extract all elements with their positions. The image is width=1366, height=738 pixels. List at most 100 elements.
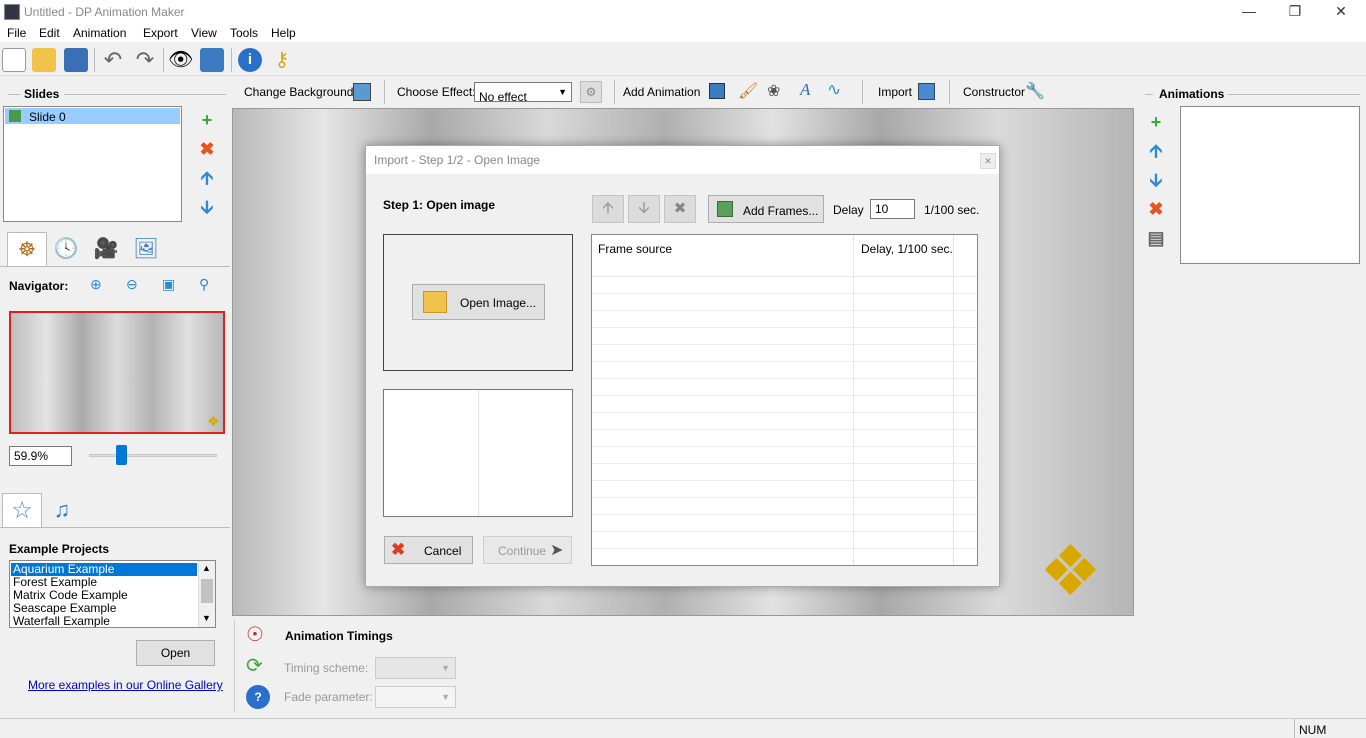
- scroll-down-icon[interactable]: ▼: [202, 613, 211, 623]
- examples-list[interactable]: Aquarium Example Forest Example Matrix C…: [9, 560, 216, 628]
- navigator-preview[interactable]: ❖: [9, 311, 225, 434]
- table-row: [592, 327, 977, 328]
- move-slide-up-icon[interactable]: 🡩: [197, 168, 217, 188]
- restore-button[interactable]: ❐: [1272, 0, 1318, 24]
- tools-icon[interactable]: 🔧: [1025, 81, 1045, 101]
- chevron-down-icon: ▼: [441, 692, 450, 702]
- particles-icon[interactable]: ❀: [767, 81, 780, 101]
- scroll-thumb[interactable]: [201, 579, 213, 603]
- delete-frame-icon[interactable]: ✖: [664, 195, 696, 223]
- open-image-label: Open Image...: [460, 296, 537, 310]
- zoom-out-icon[interactable]: ⊖: [126, 276, 138, 293]
- slide-item[interactable]: Slide 0: [5, 108, 180, 124]
- animations-list[interactable]: [1180, 106, 1360, 264]
- continue-button[interactable]: Continue ➤: [483, 536, 572, 564]
- star-tab-icon[interactable]: ☆: [2, 493, 42, 527]
- slides-list[interactable]: Slide 0: [3, 106, 182, 222]
- table-row: [592, 378, 977, 379]
- slide-thumbnail-icon: [9, 110, 21, 122]
- redo-icon[interactable]: ↷: [133, 48, 157, 72]
- divider: [64, 94, 226, 95]
- clock-icon[interactable]: 🕓: [46, 232, 86, 266]
- preview-eye-icon[interactable]: 👁: [168, 48, 193, 72]
- new-file-icon[interactable]: [2, 48, 26, 72]
- change-background-icon[interactable]: [353, 83, 371, 101]
- text-animation-icon[interactable]: A: [800, 80, 810, 100]
- open-example-button[interactable]: Open: [136, 640, 215, 666]
- menu-tools[interactable]: Tools: [230, 26, 258, 40]
- examples-scrollbar[interactable]: ▲ ▼: [198, 561, 215, 627]
- preview-divider: [478, 390, 479, 516]
- image-info-icon[interactable]: 🖼: [126, 232, 166, 266]
- add-animation-icon[interactable]: +: [1146, 112, 1166, 132]
- toolbar-separator: [862, 80, 863, 104]
- key-icon[interactable]: ⚷: [270, 48, 294, 72]
- move-animation-down-icon[interactable]: 🡫: [1146, 170, 1166, 190]
- example-item[interactable]: Waterfall Example: [13, 615, 110, 628]
- timing-target-icon: ☉: [246, 624, 264, 646]
- add-picture-animation-icon[interactable]: [709, 83, 725, 99]
- zoom-input[interactable]: 59.9%: [9, 446, 72, 466]
- zoom-slider-thumb[interactable]: [115, 445, 127, 465]
- add-frames-button[interactable]: Add Frames...: [708, 195, 824, 223]
- timing-scheme-select[interactable]: ▼: [375, 657, 456, 679]
- delete-animation-icon[interactable]: ✖: [1146, 199, 1166, 219]
- info-icon[interactable]: i: [238, 48, 262, 72]
- music-note-icon[interactable]: ♫: [42, 493, 82, 527]
- effect-settings-gear-icon[interactable]: ⚙: [580, 81, 602, 103]
- toolbar-separator: [94, 48, 95, 72]
- menu-file[interactable]: File: [7, 26, 26, 40]
- delay-input[interactable]: 10: [870, 199, 915, 219]
- zoom-fit-icon[interactable]: ▣: [162, 276, 175, 293]
- menu-view[interactable]: View: [191, 26, 217, 40]
- online-gallery-link[interactable]: More examples in our Online Gallery: [28, 678, 223, 692]
- close-button[interactable]: ✕: [1318, 0, 1364, 24]
- effects-bar: Change Background Choose Effect: No effe…: [234, 80, 1134, 104]
- minimize-button[interactable]: —: [1226, 0, 1272, 24]
- change-background-label[interactable]: Change Background: [244, 85, 353, 99]
- help-icon[interactable]: ?: [246, 685, 270, 709]
- open-folder-icon[interactable]: [32, 48, 56, 72]
- column-frame-source[interactable]: Frame source: [598, 242, 672, 256]
- move-slide-down-icon[interactable]: 🡫: [197, 197, 217, 217]
- zoom-actual-icon[interactable]: ⚲: [199, 276, 209, 293]
- refresh-icon[interactable]: ⟳: [246, 653, 263, 678]
- export-film-icon[interactable]: [200, 48, 224, 72]
- menu-edit[interactable]: Edit: [39, 26, 60, 40]
- effect-select[interactable]: No effect ▼: [474, 82, 572, 104]
- constructor-label[interactable]: Constructor: [963, 85, 1025, 99]
- animation-properties-icon[interactable]: ▤: [1146, 228, 1166, 248]
- move-frame-down-icon[interactable]: 🡫: [628, 195, 660, 223]
- camera-icon[interactable]: 🎥: [86, 232, 126, 266]
- undo-icon[interactable]: ↶: [101, 48, 125, 72]
- move-animation-up-icon[interactable]: 🡩: [1146, 141, 1166, 161]
- wave-icon[interactable]: ∿: [827, 80, 841, 100]
- menu-animation[interactable]: Animation: [73, 26, 126, 40]
- zoom-slider-track[interactable]: [89, 454, 217, 457]
- table-row: [592, 548, 977, 549]
- zoom-in-icon[interactable]: ⊕: [90, 276, 102, 293]
- cancel-button[interactable]: ✖ Cancel: [384, 536, 473, 564]
- folder-icon: [423, 291, 447, 313]
- fade-parameter-select[interactable]: ▼: [375, 686, 456, 708]
- save-icon[interactable]: [64, 48, 88, 72]
- frames-table[interactable]: Frame source Delay, 1/100 sec.: [591, 234, 978, 566]
- move-frame-up-icon[interactable]: 🡩: [592, 195, 624, 223]
- import-dialog: Import - Step 1/2 - Open Image ✕ Step 1:…: [365, 145, 1000, 587]
- add-slide-icon[interactable]: +: [197, 110, 217, 130]
- scroll-up-icon[interactable]: ▲: [202, 563, 211, 573]
- navigator-wheel-icon[interactable]: ☸: [7, 232, 47, 266]
- num-lock-indicator: NUM: [1299, 723, 1327, 737]
- menu-help[interactable]: Help: [271, 26, 296, 40]
- import-icon[interactable]: [918, 83, 935, 100]
- dialog-title: Import - Step 1/2 - Open Image: [374, 153, 541, 167]
- toolbar-separator: [949, 80, 950, 104]
- delete-slide-icon[interactable]: ✖: [197, 139, 217, 159]
- import-label[interactable]: Import: [878, 85, 912, 99]
- brush-icon[interactable]: 🖌: [738, 81, 758, 101]
- menu-export[interactable]: Export: [143, 26, 178, 40]
- column-delay[interactable]: Delay, 1/100 sec.: [861, 242, 953, 256]
- open-image-button[interactable]: Open Image...: [412, 284, 545, 320]
- dialog-close-button[interactable]: ✕: [980, 153, 996, 169]
- open-image-area: Open Image...: [383, 234, 573, 371]
